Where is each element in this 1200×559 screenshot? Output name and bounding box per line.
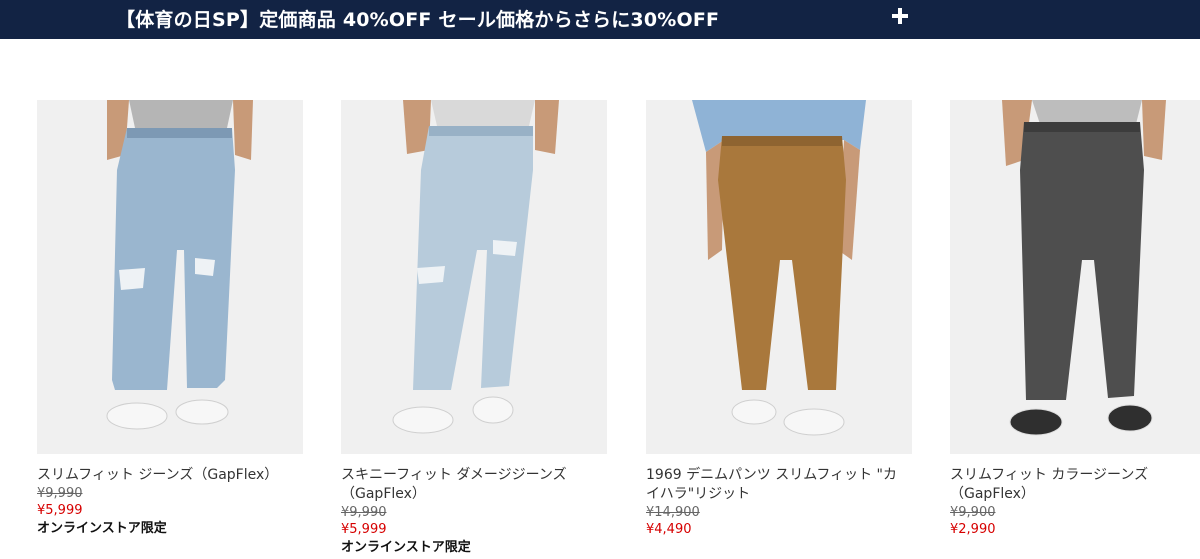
- product-name[interactable]: スリムフィット ジーンズ（GapFlex）: [37, 466, 299, 485]
- sale-price: ¥4,490: [646, 522, 692, 537]
- product-image[interactable]: [341, 100, 607, 454]
- product-name[interactable]: 1969 デニムパンツ スリムフィット "カイハラ"リジット: [646, 466, 908, 504]
- online-exclusive-badge: オンラインストア限定: [37, 521, 167, 536]
- product-image[interactable]: [37, 100, 303, 454]
- product-photo: [37, 100, 303, 454]
- product-name[interactable]: スキニーフィット ダメージジーンズ（GapFlex）: [341, 466, 603, 504]
- product-card[interactable]: スキニーフィット ダメージジーンズ（GapFlex） ¥9,990 ¥5,999…: [341, 100, 611, 557]
- original-price: ¥14,900: [646, 505, 700, 520]
- promo-banner-text: 【体育の日SP】定価商品 40%OFF セール価格からさらに30%OFF: [116, 9, 720, 31]
- product-photo: [950, 100, 1200, 454]
- product-card[interactable]: 1969 デニムパンツ スリムフィット "カイハラ"リジット ¥14,900 ¥…: [646, 100, 916, 538]
- original-price: ¥9,990: [37, 486, 83, 501]
- sale-price: ¥2,990: [950, 522, 996, 537]
- sale-price: ¥5,999: [341, 522, 387, 537]
- online-exclusive-badge: オンラインストア限定: [341, 540, 471, 555]
- original-price: ¥9,900: [950, 505, 996, 520]
- product-name[interactable]: スリムフィット カラージーンズ（GapFlex）: [950, 466, 1200, 504]
- original-price: ¥9,990: [341, 505, 387, 520]
- product-image[interactable]: [646, 100, 912, 454]
- product-card[interactable]: スリムフィット ジーンズ（GapFlex） ¥9,990 ¥5,999 オンライ…: [37, 100, 307, 538]
- product-card[interactable]: スリムフィット カラージーンズ（GapFlex） ¥9,900 ¥2,990: [950, 100, 1200, 538]
- promo-banner[interactable]: 【体育の日SP】定価商品 40%OFF セール価格からさらに30%OFF: [0, 0, 1200, 39]
- product-photo: [341, 100, 607, 454]
- sale-price: ¥5,999: [37, 503, 83, 518]
- product-photo: [646, 100, 912, 454]
- plus-icon[interactable]: [888, 4, 912, 28]
- product-image[interactable]: [950, 100, 1200, 454]
